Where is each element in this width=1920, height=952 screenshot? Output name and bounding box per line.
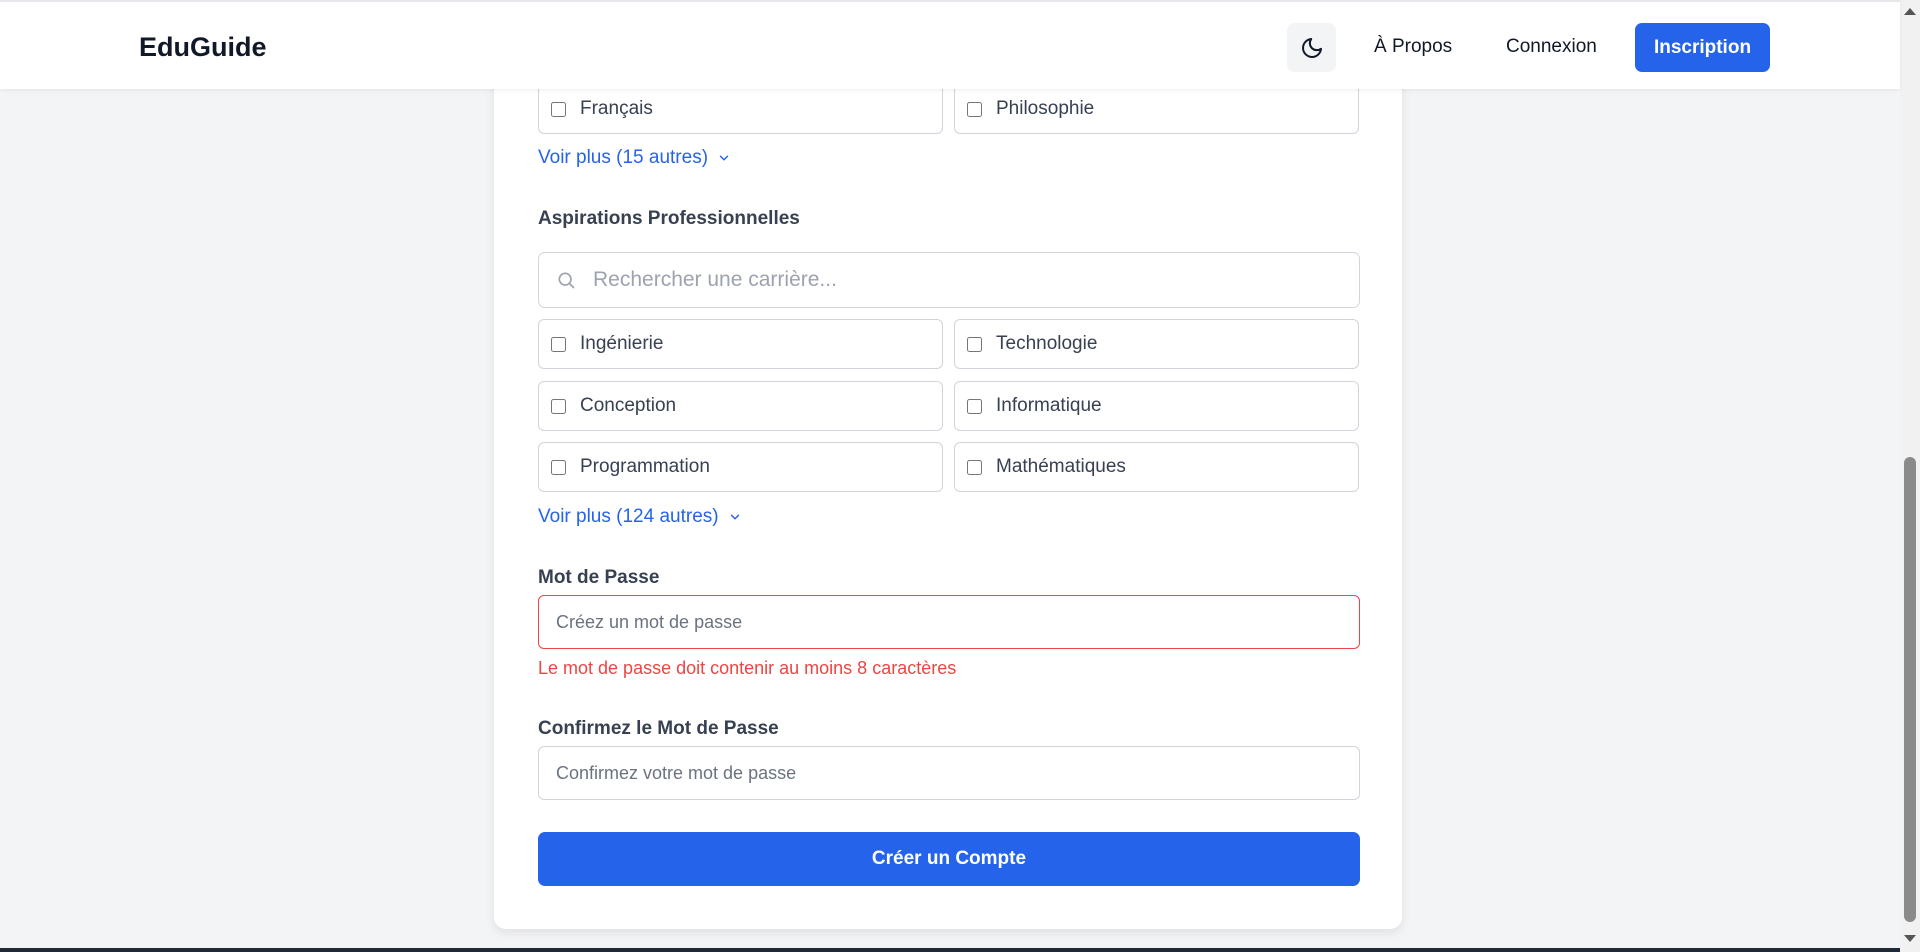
checkbox[interactable] [967,459,982,475]
subject-label: Français [580,98,653,119]
page-scrollbar[interactable] [1900,0,1920,952]
chevron-down-icon [719,155,729,161]
signup-button[interactable]: Inscription [1635,23,1770,72]
career-label: Mathématiques [996,456,1126,477]
career-checkbox-informatique[interactable]: Informatique [954,381,1359,431]
career-label: Ingénierie [580,333,664,354]
checkbox[interactable] [967,336,982,352]
moon-icon [1301,37,1322,58]
career-label: Informatique [996,395,1102,416]
scroll-up-icon[interactable] [1904,8,1916,15]
careers-see-more-link[interactable]: Voir plus (124 autres) [538,506,742,528]
scroll-down-icon[interactable] [1904,935,1916,942]
career-checkbox-mathematiques[interactable]: Mathématiques [954,442,1359,492]
subject-checkbox-francais[interactable]: Français [538,84,943,134]
subject-checkbox-philosophie[interactable]: Philosophie [954,84,1359,134]
chevron-down-icon [730,514,739,520]
career-checkbox-conception[interactable]: Conception [538,381,943,431]
checkbox[interactable] [967,101,982,117]
checkbox[interactable] [551,101,566,117]
checkbox[interactable] [551,398,566,414]
career-label: Conception [580,395,677,416]
scroll-thumb[interactable] [1904,457,1916,922]
checkbox[interactable] [551,336,566,352]
career-search-field[interactable] [538,252,1360,308]
password-label: Mot de Passe [538,567,660,588]
password-error-message: Le mot de passe doit contenir au moins 8… [538,658,957,678]
subject-label: Philosophie [996,98,1095,119]
top-navbar: EduGuide À Propos Connexion Inscription [0,0,1900,89]
nav-login-link[interactable]: Connexion [1506,36,1597,58]
subjects-see-more-link[interactable]: Voir plus (15 autres) [538,147,731,169]
see-more-label: Voir plus (124 autres) [538,506,719,527]
career-label: Programmation [580,456,710,477]
checkbox[interactable] [967,398,982,414]
careers-label: Aspirations Professionnelles [538,208,800,229]
create-account-button[interactable]: Créer un Compte [538,832,1360,886]
window-bottom-border [0,948,1900,952]
confirm-password-label: Confirmez le Mot de Passe [538,718,779,739]
career-checkbox-technologie[interactable]: Technologie [954,319,1359,369]
theme-toggle-button[interactable] [1287,23,1336,72]
career-checkbox-ingenierie[interactable]: Ingénierie [538,319,943,369]
password-input[interactable] [538,595,1360,649]
signup-page: Français Philosophie Voir plus (15 autre… [0,0,1920,952]
career-label: Technologie [996,333,1098,354]
career-checkbox-programmation[interactable]: Programmation [538,442,943,492]
search-icon [556,270,576,290]
confirm-password-input[interactable] [538,746,1360,800]
nav-about-link[interactable]: À Propos [1374,36,1452,58]
career-search-input[interactable] [593,268,1333,292]
see-more-label: Voir plus (15 autres) [538,147,709,168]
brand-logo[interactable]: EduGuide [139,32,267,63]
checkbox[interactable] [551,459,566,475]
